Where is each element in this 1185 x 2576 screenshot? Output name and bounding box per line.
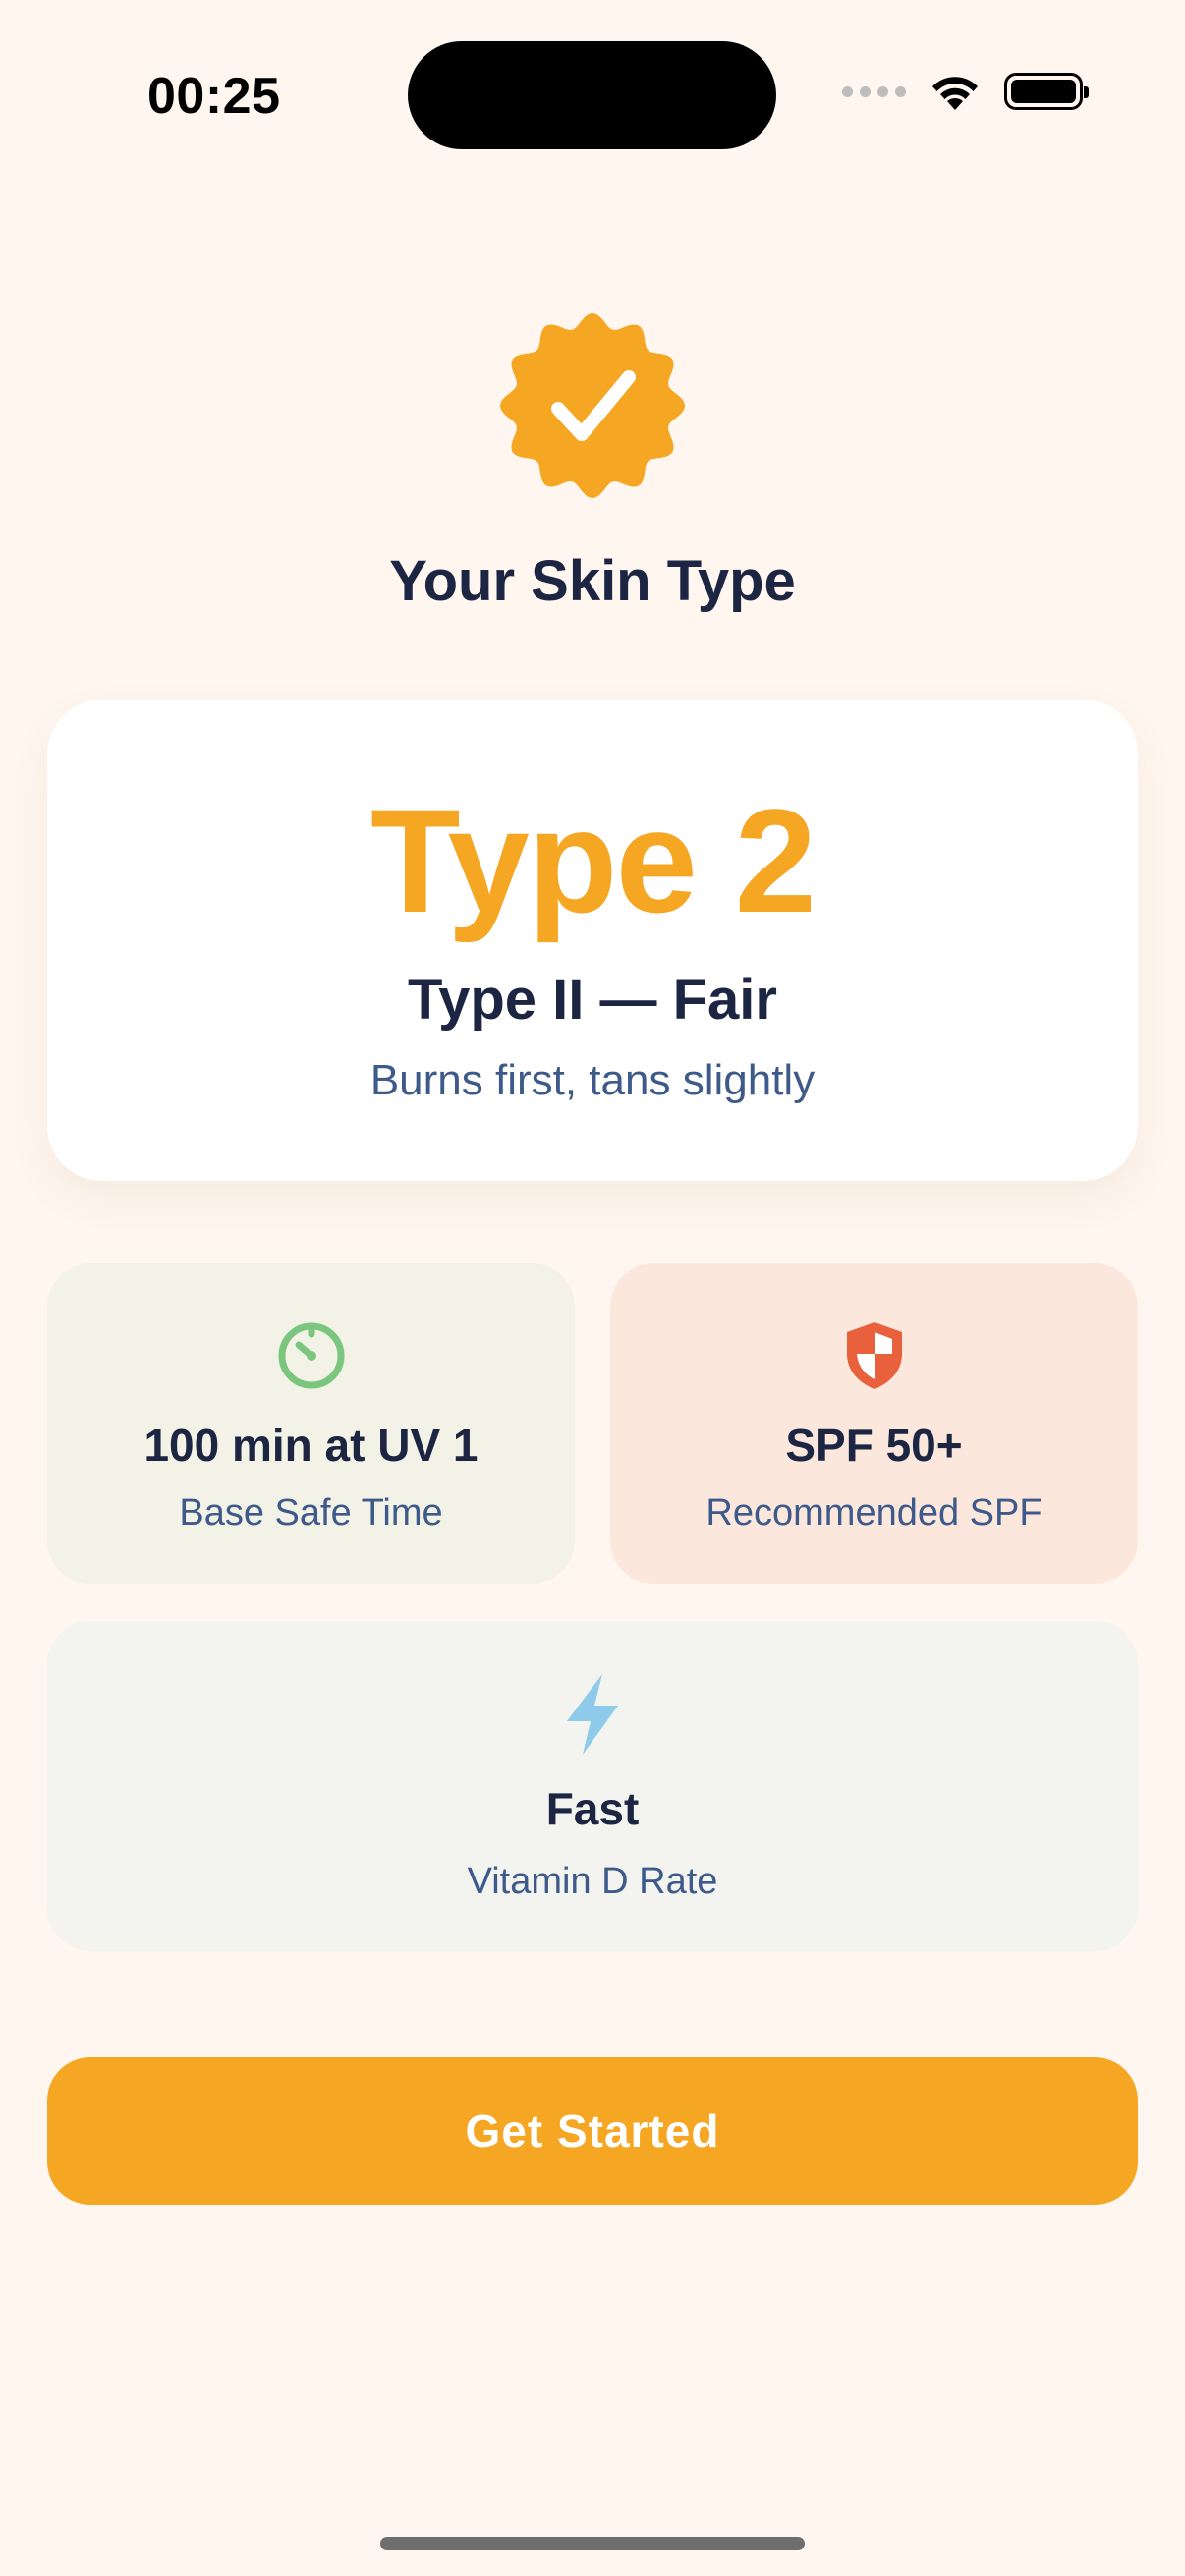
home-indicator[interactable] [380,2537,805,2550]
dynamic-island [408,41,776,149]
timer-icon [278,1322,344,1389]
vitamin-d-rate-label: Vitamin D Rate [467,1861,718,1902]
battery-icon [1004,73,1089,110]
cellular-signal-icon [842,85,906,97]
shield-icon [846,1322,902,1389]
get-started-button[interactable]: Get Started [47,2057,1138,2205]
base-safe-time-value: 100 min at UV 1 [143,1420,479,1471]
wifi-icon [932,77,978,110]
base-safe-time-label: Base Safe Time [179,1492,443,1534]
base-safe-time-tile: 100 min at UV 1 Base Safe Time [47,1263,575,1584]
recommended-spf-tile: SPF 50+ Recommended SPF [610,1263,1138,1584]
skin-type-result-screen: 00:25 Your Skin Type Type 2 Type II — Fa… [0,0,1185,2576]
page-title: Your Skin Type [389,549,796,613]
vitamin-d-rate-tile: Fast Vitamin D Rate [47,1621,1138,1951]
recommended-spf-value: SPF 50+ [785,1420,963,1471]
skin-type-description: Burns first, tans slightly [369,1056,816,1104]
recommended-spf-label: Recommended SPF [705,1492,1043,1534]
vitamin-d-rate-value: Fast [545,1783,640,1834]
skin-type-card: Type 2 Type II — Fair Burns first, tans … [47,700,1138,1181]
skin-type-name: Type II — Fair [407,968,777,1032]
skin-type-number: Type 2 [369,778,817,943]
lightning-icon [567,1674,618,1755]
verified-badge-icon [500,313,685,498]
status-indicators [842,71,1089,112]
status-time: 00:25 [147,68,281,125]
